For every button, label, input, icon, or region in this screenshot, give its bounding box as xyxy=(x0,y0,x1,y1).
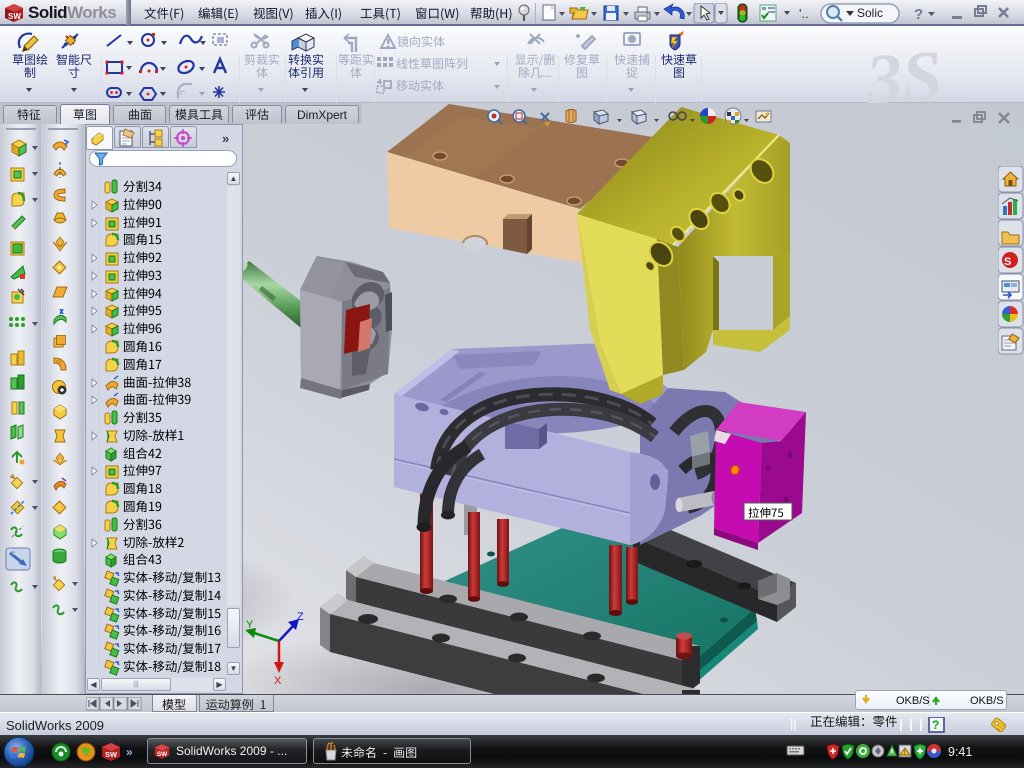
svg-text:Z: Z xyxy=(297,611,304,623)
svg-text:Y: Y xyxy=(246,619,254,631)
svg-text:3S: 3S xyxy=(862,35,944,103)
svg-text:'..: '.. xyxy=(799,6,809,21)
svg-text:OKB/S: OKB/S xyxy=(896,695,930,707)
svg-text:SW: SW xyxy=(8,12,21,21)
svg-text:SW: SW xyxy=(157,751,168,758)
svg-text:SW: SW xyxy=(105,750,118,759)
svg-text:OKB/S: OKB/S xyxy=(970,695,1004,707)
svg-text:»: » xyxy=(126,745,133,759)
svg-text:Solic: Solic xyxy=(857,6,883,20)
svg-text:?: ? xyxy=(932,718,939,732)
svg-text:?: ? xyxy=(914,6,923,23)
svg-text:S: S xyxy=(1004,256,1011,268)
svg-text:X: X xyxy=(274,675,282,687)
